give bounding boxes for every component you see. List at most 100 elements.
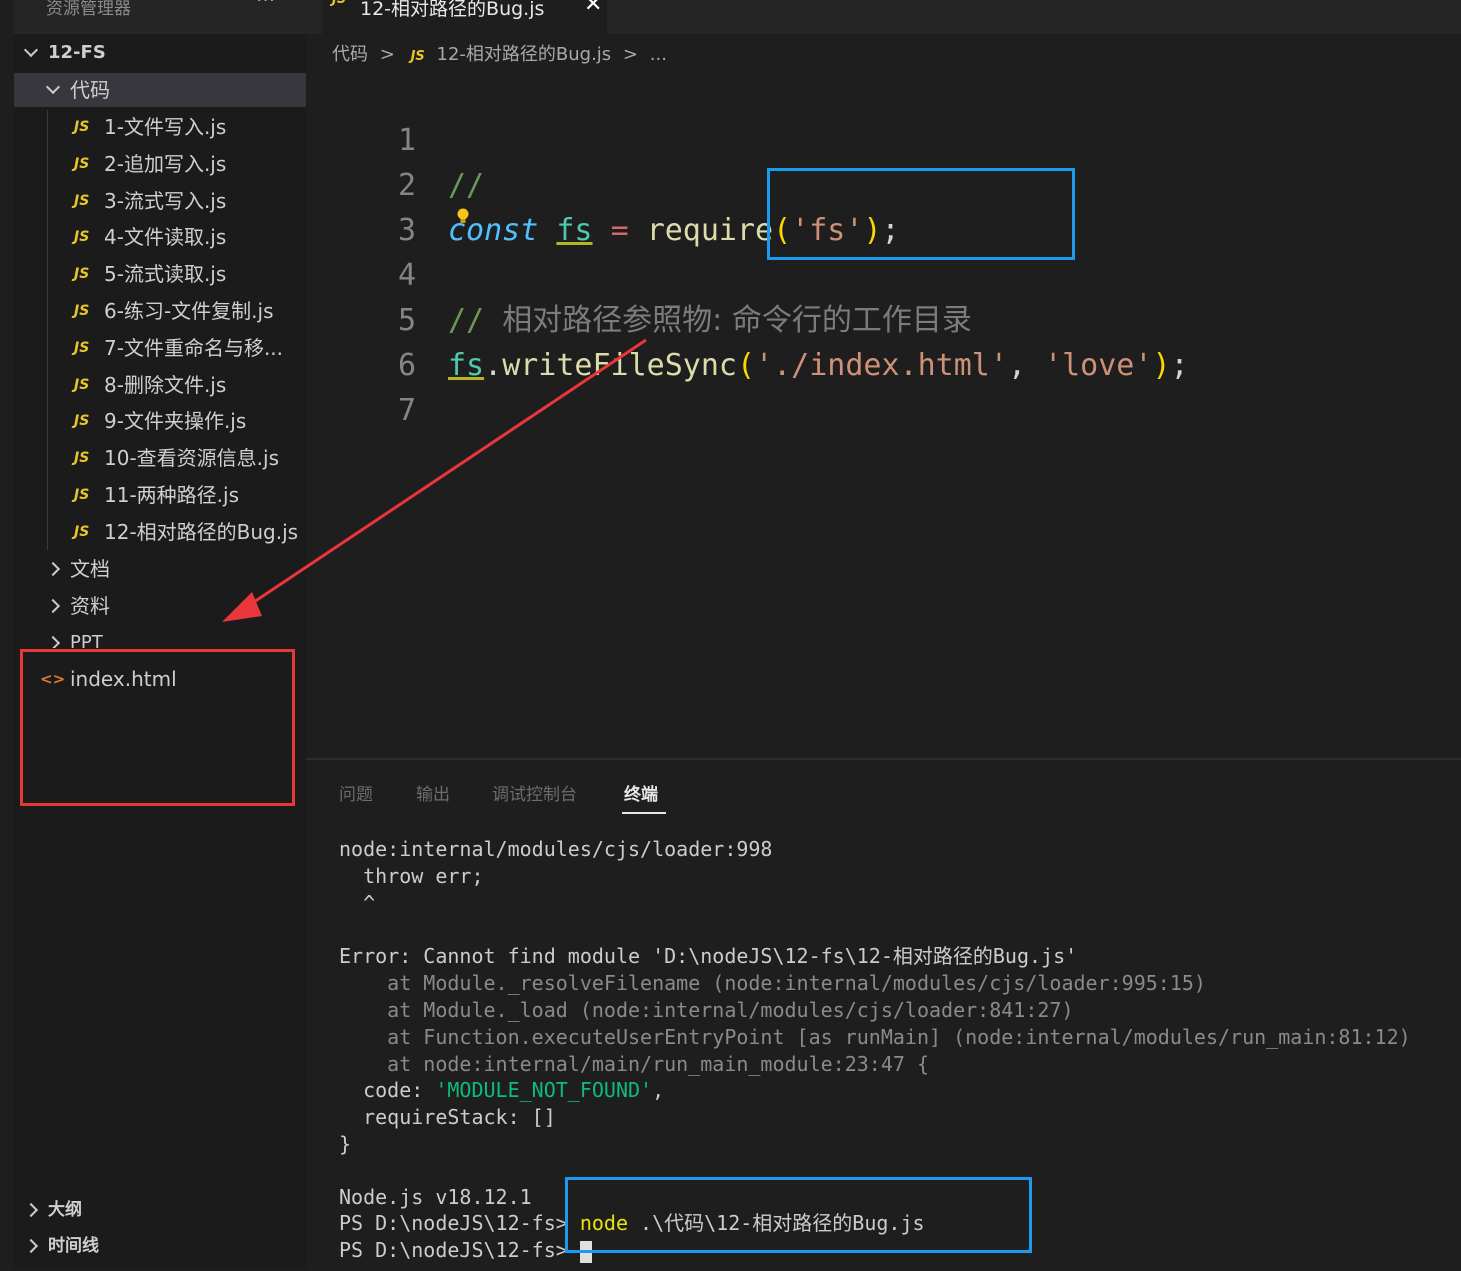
breadcrumb-separator: >	[622, 44, 639, 65]
annotation-box-blue	[565, 1177, 1032, 1253]
terminal-line: ^	[339, 891, 376, 915]
folder-ziliao[interactable]: 资料	[14, 589, 306, 623]
js-file-icon: JS	[74, 413, 90, 429]
js-file-icon: JS	[74, 303, 90, 319]
file-label: 9-文件夹操作.js	[104, 409, 247, 433]
js-file-icon: JS	[74, 487, 90, 503]
js-file-icon: JS	[410, 49, 425, 64]
file-label: 2-追加写入.js	[104, 152, 227, 176]
code-line[interactable]: 2 const fs = require('fs');	[306, 118, 900, 248]
comma: ,	[652, 1078, 665, 1102]
error-code: 'MODULE_NOT_FOUND'	[435, 1078, 653, 1102]
tab-output[interactable]: 输出	[416, 780, 450, 805]
annotation-box-red	[20, 649, 295, 806]
shell-prompt: PS D:\nodeJS\12-fs>	[339, 1238, 580, 1262]
file-item[interactable]: JS 5-流式读取.js	[14, 257, 306, 291]
folder-ppt[interactable]: PPT	[14, 626, 306, 648]
terminal-line: throw err;	[339, 864, 484, 888]
file-item[interactable]: JS 9-文件夹操作.js	[14, 404, 306, 438]
code-editor: JS 12-相对路径的Bug.js ✕ 代码 > JS 12-相对路径的Bug.…	[306, 0, 1461, 758]
chevron-right-icon	[48, 561, 62, 575]
file-item[interactable]: JS 1-文件写入.js	[14, 110, 306, 144]
breadcrumb: 代码 > JS 12-相对路径的Bug.js > ...	[332, 40, 673, 70]
file-item[interactable]: JS 11-两种路径.js	[14, 478, 306, 512]
file-item[interactable]: JS 10-查看资源信息.js	[14, 441, 306, 475]
paren: )	[1152, 348, 1171, 383]
line-number: 6	[397, 348, 416, 383]
comment: //	[448, 303, 503, 338]
file-item[interactable]: JS 8-删除文件.js	[14, 368, 306, 402]
chevron-down-icon	[24, 45, 38, 59]
explorer-header: 资源管理器 ···	[14, 0, 306, 34]
terminal-stack-line: at Module._resolveFilename (node:interna…	[339, 971, 1206, 995]
comment-text: 相对路径参照物: 命令行的工作目录	[502, 303, 972, 338]
file-label: 3-流式写入.js	[104, 189, 227, 213]
string: 'love'	[1044, 348, 1153, 383]
close-icon[interactable]: ✕	[584, 0, 602, 17]
code-line[interactable]: 1 //	[306, 73, 484, 203]
operator: =	[610, 213, 629, 248]
breadcrumb-folder[interactable]: 代码	[332, 44, 368, 65]
chevron-down-icon	[46, 82, 60, 96]
terminal-input-line[interactable]: PS D:\nodeJS\12-fs>	[339, 1237, 592, 1264]
code-key: code:	[339, 1078, 436, 1102]
file-label: 8-删除文件.js	[104, 373, 227, 397]
tab-problems[interactable]: 问题	[339, 780, 373, 805]
file-label: 5-流式读取.js	[104, 262, 227, 286]
js-file-icon: JS	[74, 193, 90, 209]
file-item[interactable]: JS 4-文件读取.js	[14, 220, 306, 254]
line-number: 7	[397, 393, 416, 428]
folder-label: PPT	[70, 632, 103, 648]
line-number: 5	[397, 303, 416, 338]
terminal-stack-line: at Module._load (node:internal/modules/c…	[339, 998, 1074, 1022]
code-line[interactable]: 5 fs.writeFileSync('./index.html', 'love…	[306, 253, 1189, 383]
variable: fs	[448, 348, 485, 383]
folder-label: 资料	[70, 594, 110, 618]
file-item[interactable]: JS 12-相对路径的Bug.js	[14, 515, 306, 549]
js-file-icon: JS	[74, 266, 90, 282]
folder-label: 文档	[70, 557, 110, 581]
chevron-right-icon	[26, 1202, 40, 1216]
file-label: 11-两种路径.js	[104, 483, 239, 507]
tab-debug-console[interactable]: 调试控制台	[492, 780, 577, 805]
code-line[interactable]: 7	[306, 343, 416, 428]
timeline-section[interactable]: 时间线	[14, 1229, 306, 1263]
file-item[interactable]: JS 7-文件重命名与移...	[14, 331, 306, 365]
file-item[interactable]: JS 3-流式写入.js	[14, 184, 306, 218]
annotation-box-blue	[767, 168, 1075, 260]
chevron-right-icon	[48, 598, 62, 612]
string: './index.html'	[755, 348, 1008, 383]
active-tab-indicator	[622, 812, 666, 814]
file-item[interactable]: JS 2-追加写入.js	[14, 147, 306, 181]
js-file-icon: JS	[74, 450, 90, 466]
terminal-error-line: Error: Cannot find module 'D:\nodeJS\12-…	[339, 944, 1078, 968]
breadcrumb-separator: >	[379, 44, 395, 65]
lightbulb-icon[interactable]	[456, 208, 470, 226]
folder-daima[interactable]: 代码	[14, 73, 306, 107]
tab-label: 12-相对路径的Bug.js	[360, 0, 545, 20]
code-line[interactable]: 3	[306, 163, 416, 248]
breadcrumb-file[interactable]: 12-相对路径的Bug.js	[437, 44, 612, 65]
terminal-line: code: 'MODULE_NOT_FOUND',	[339, 1077, 664, 1104]
file-item[interactable]: JS 6-练习-文件复制.js	[14, 294, 306, 328]
line-number: 2	[397, 168, 416, 203]
folder-wendang[interactable]: 文档	[14, 552, 306, 586]
js-file-icon: JS	[74, 377, 90, 393]
code-line[interactable]: 4 // 相对路径参照物: 命令行的工作目录	[306, 208, 972, 338]
js-file-icon: JS	[74, 524, 90, 540]
timeline-label: 时间线	[48, 1236, 99, 1256]
more-actions-icon[interactable]: ···	[256, 0, 275, 12]
code-line[interactable]: 6	[306, 298, 416, 383]
js-file-icon: JS	[332, 0, 346, 7]
terminal-line: Node.js v18.12.1	[339, 1185, 532, 1209]
editor-tabbar: JS 12-相对路径的Bug.js ✕	[306, 0, 1461, 34]
outline-section[interactable]: 大纲	[14, 1193, 306, 1227]
terminal-line: requireStack: []	[339, 1105, 556, 1129]
file-label: 7-文件重命名与移...	[104, 336, 284, 360]
file-label: 6-练习-文件复制.js	[104, 299, 274, 323]
tab-12-relative-path-bug[interactable]: JS 12-相对路径的Bug.js ✕	[322, 0, 607, 34]
workspace-root-12-fs[interactable]: 12-FS	[14, 36, 306, 70]
tab-terminal[interactable]: 终端	[624, 780, 658, 805]
breadcrumb-symbol[interactable]: ...	[650, 44, 667, 65]
terminal-line: node:internal/modules/cjs/loader:998	[339, 837, 773, 861]
